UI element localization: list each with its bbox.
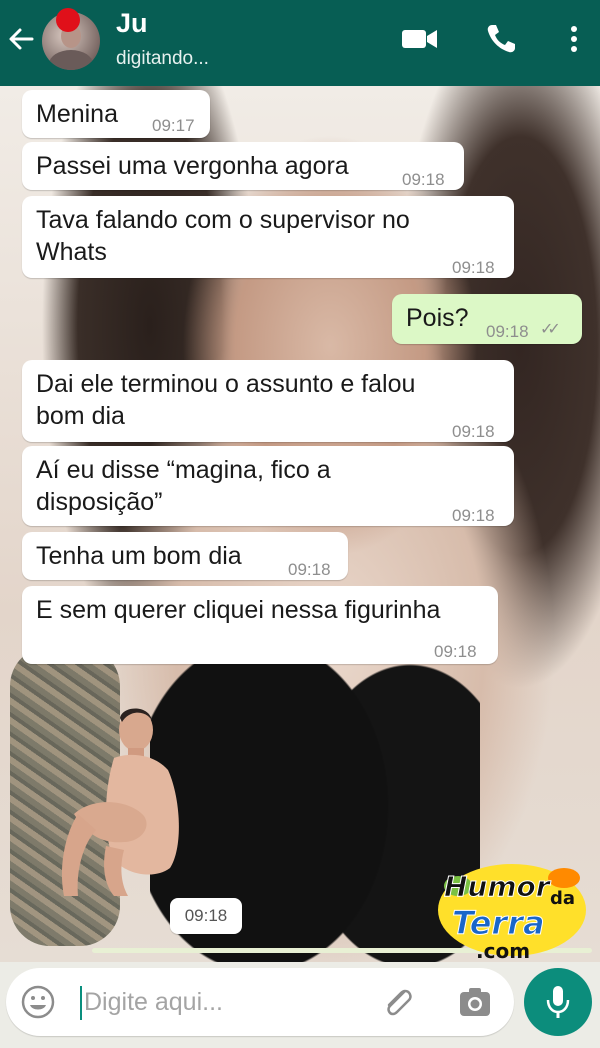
message-bubble[interactable]: Menina 09:17 [22,90,210,138]
message-text: Tava falando com o supervisor no [36,206,410,234]
message-bubble[interactable]: Passei uma vergonha agora 09:18 [22,142,464,190]
more-options-icon[interactable] [562,22,586,56]
message-bubble[interactable]: E sem querer cliquei nessa figurinha 09:… [22,586,498,664]
message-time: 09:18 [402,170,445,189]
sticker-image[interactable] [44,696,194,906]
microphone-icon [546,986,570,1018]
message-text: Passei uma vergonha agora [36,152,349,180]
message-text: disposição” [36,488,163,516]
input-placeholder: Digite aqui... [84,988,223,1016]
message-bubble[interactable]: Aí eu disse “magina, fico a disposição” … [22,446,514,526]
mic-button[interactable] [524,968,592,1036]
message-text: Menina [36,100,118,128]
message-time: 09:18 [434,642,477,661]
message-input-bar: Digite aqui... [0,962,600,1048]
message-text: Tenha um bom dia [36,542,242,570]
attach-clip-icon[interactable] [380,984,416,1020]
emoji-icon[interactable] [20,984,56,1020]
message-time: 09:18 [452,258,495,277]
svg-text:Terra: Terra [452,904,545,942]
phone-call-icon[interactable] [484,22,520,56]
svg-text:.com: .com [476,939,530,963]
avatar-red-dot [56,8,80,32]
message-time: 09:18 [452,506,495,525]
message-text: Whats [36,238,107,266]
back-arrow-icon[interactable] [6,22,36,56]
message-text: bom dia [36,402,125,430]
message-text: E sem querer cliquei nessa figurinha [36,596,441,624]
message-bubble[interactable]: Tava falando com o supervisor no Whats 0… [22,196,514,278]
contact-status: digitando... [116,48,209,69]
chat-header: Ju digitando... [0,0,600,86]
message-text: Aí eu disse “magina, fico a [36,456,331,484]
message-text: Pois? [406,304,469,332]
message-bubble-outgoing[interactable]: Pois? 09:18 ✓✓ [392,294,582,344]
svg-text:Humor: Humor [444,870,552,903]
message-time: 09:18 [452,422,495,441]
message-text: Dai ele terminou o assunto e falou [36,370,416,398]
read-ticks-icon: ✓✓ [540,321,561,338]
camera-icon[interactable] [458,986,492,1018]
message-bubble[interactable]: Tenha um bom dia 09:18 [22,532,348,580]
svg-text:da: da [550,888,575,909]
message-time: 09:18 [288,560,331,579]
message-time: 09:17 [152,116,195,135]
sticker-time: 09:18 [170,898,242,934]
watermark-logo: Humor da Terra .com [432,854,592,966]
message-input[interactable]: Digite aqui... [6,968,514,1036]
message-time: 09:18 [486,322,529,341]
text-caret [80,986,82,1020]
video-call-icon[interactable] [400,22,440,56]
chat-area[interactable]: Menina 09:17 Passei uma vergonha agora 0… [0,86,600,962]
contact-name[interactable]: Ju [116,8,148,39]
message-bubble[interactable]: Dai ele terminou o assunto e falou bom d… [22,360,514,442]
